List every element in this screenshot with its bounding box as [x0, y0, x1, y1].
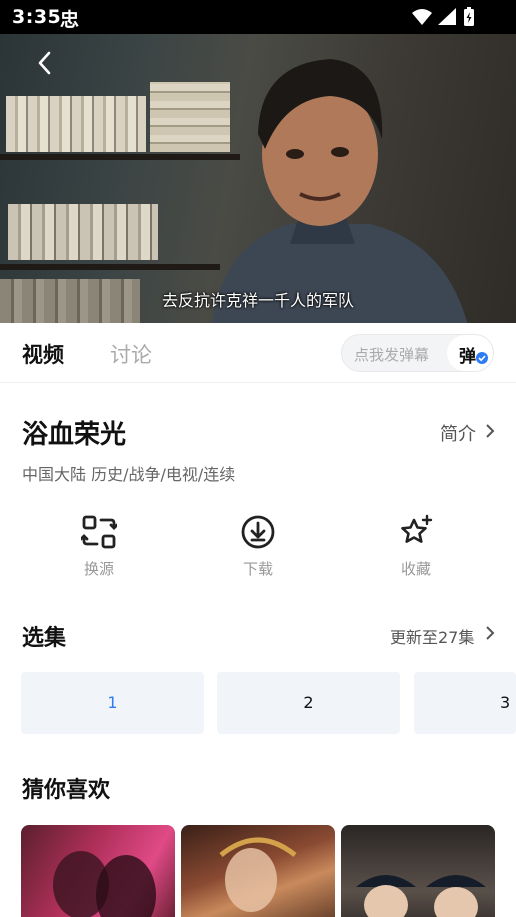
chevron-left-icon — [38, 51, 51, 75]
switch-source-icon — [81, 515, 117, 549]
action-label: 收藏 — [400, 560, 431, 578]
episode-tile[interactable]: 3 — [414, 672, 516, 734]
danmu-placeholder: 点我发弹幕 — [354, 346, 430, 364]
tab-bar: 视频 讨论 点我发弹幕 弹 — [0, 323, 516, 383]
back-button[interactable] — [30, 48, 60, 78]
chevron-right-icon — [486, 424, 495, 438]
danmu-toggle-label: 弹 — [459, 347, 476, 367]
episode-tile[interactable]: 1 — [21, 672, 204, 734]
books — [8, 204, 158, 260]
recommend-title: 猜你喜欢 — [22, 778, 111, 803]
system-icons — [410, 6, 480, 32]
signal-icon — [438, 8, 456, 25]
recommend-poster[interactable] — [21, 825, 175, 917]
check-badge-icon — [476, 352, 488, 364]
actor-figure — [211, 59, 468, 323]
battery-icon — [464, 7, 474, 26]
wifi-icon — [412, 9, 432, 25]
tab-discussion[interactable]: 讨论 — [110, 339, 152, 369]
video-subtitle: 去反抗许克祥一千人的军队 — [161, 291, 354, 310]
favorite-button[interactable]: 收藏 — [376, 514, 456, 579]
show-meta: 中国大陆 历史/战争/电视/连续 — [22, 465, 236, 484]
status-bar: 3:35 忠 — [0, 0, 516, 34]
show-title: 浴血荣光 — [22, 420, 127, 450]
recommend-poster[interactable] — [341, 825, 495, 917]
switch-source-button[interactable]: 换源 — [59, 514, 139, 579]
download-icon — [241, 515, 275, 549]
star-add-icon — [401, 514, 433, 543]
action-label: 下载 — [242, 560, 273, 578]
video-player[interactable]: 去反抗许克祥一千人的军队 — [0, 34, 516, 323]
status-time: 3:35 — [12, 6, 62, 28]
episode-tile[interactable]: 2 — [217, 672, 400, 734]
recommend-poster[interactable] — [181, 825, 335, 917]
app-notification-icon: 忠 — [60, 9, 80, 31]
episodes-title: 选集 — [22, 626, 67, 651]
chevron-right-icon — [486, 626, 495, 640]
action-label: 换源 — [83, 560, 114, 578]
books — [6, 96, 146, 152]
intro-link[interactable]: 简介 — [440, 420, 476, 446]
download-button[interactable]: 下载 — [218, 514, 298, 579]
danmu-toggle[interactable]: 弹 — [447, 335, 493, 371]
episodes-update-link[interactable]: 更新至27集 — [390, 624, 474, 648]
tab-video[interactable]: 视频 — [22, 339, 64, 369]
danmu-input[interactable]: 点我发弹幕 弹 — [341, 334, 494, 372]
